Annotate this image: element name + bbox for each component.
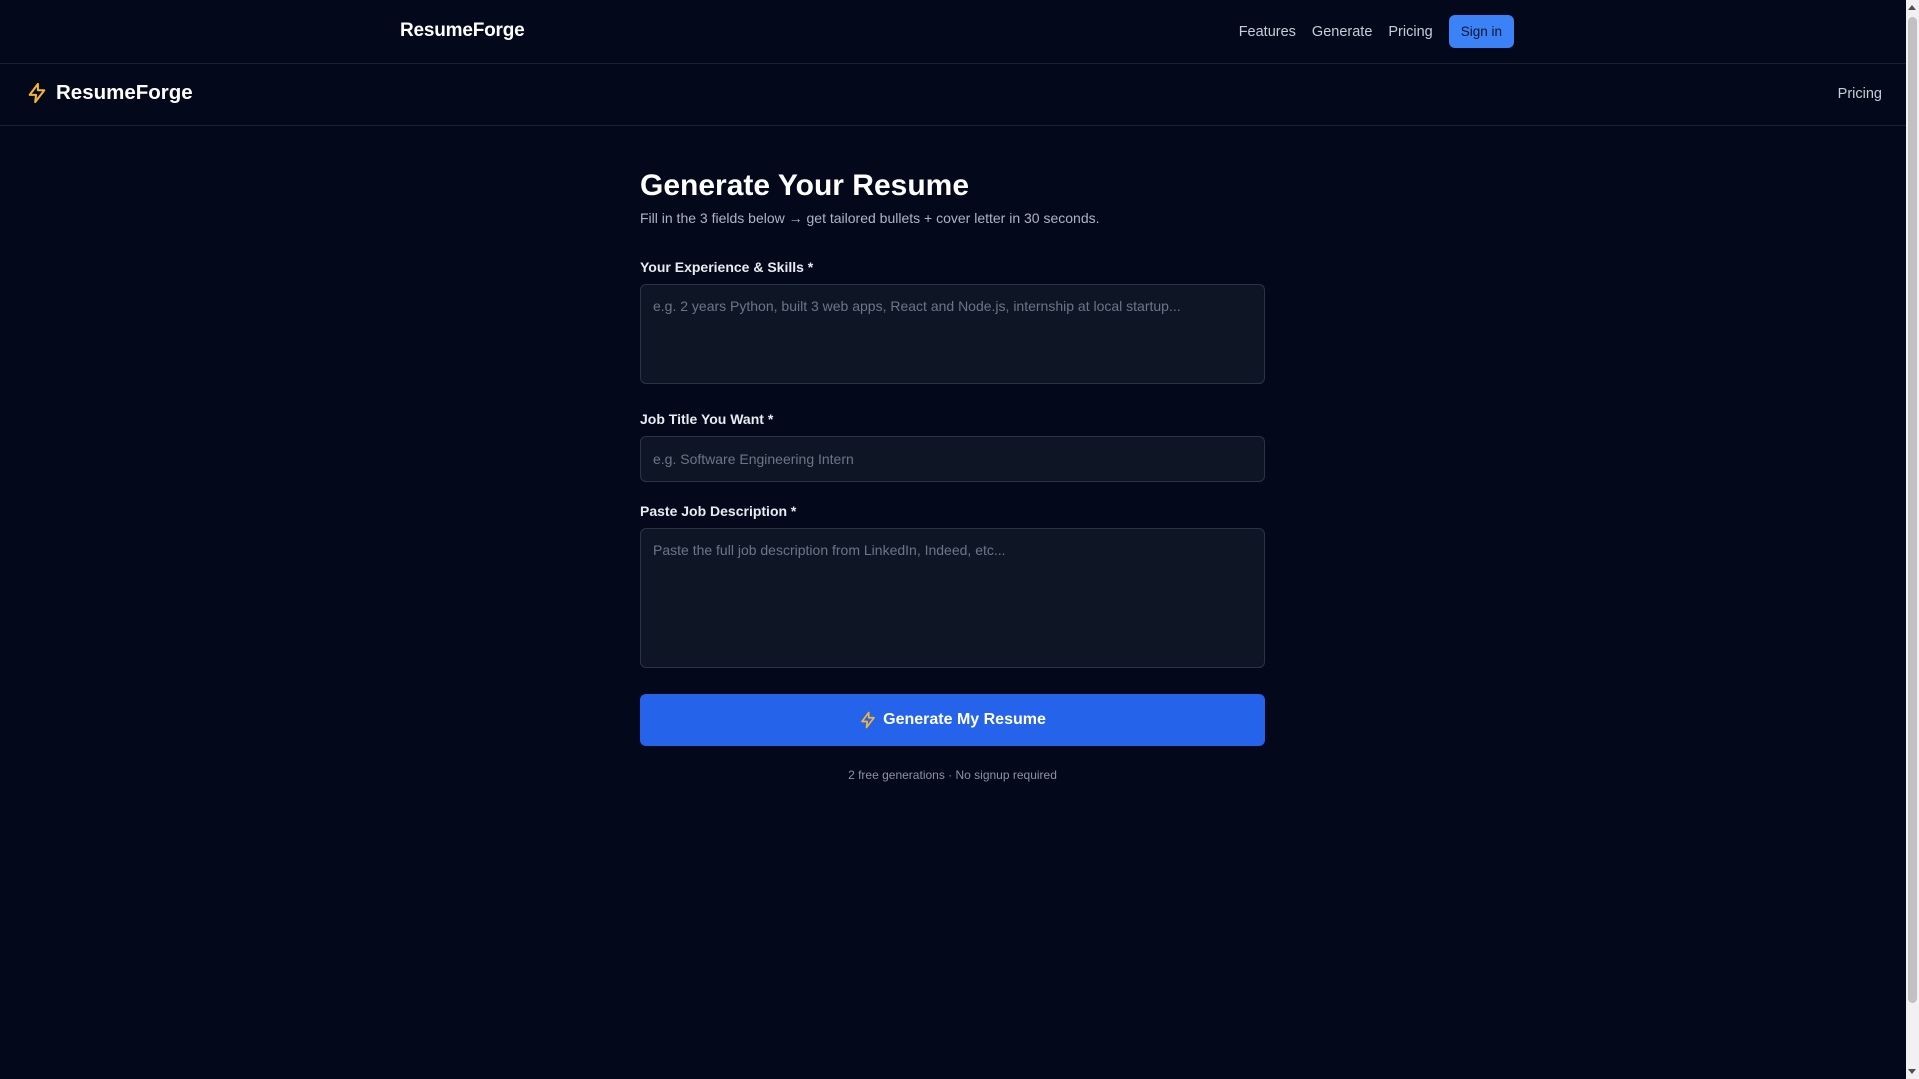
header-brand-name: ResumeForge	[56, 81, 193, 104]
job-description-textarea[interactable]	[640, 528, 1265, 668]
job-description-group: Paste Job Description *	[640, 503, 1265, 668]
bolt-icon	[861, 711, 875, 729]
experience-textarea[interactable]	[640, 284, 1265, 384]
generate-button-label: Generate My Resume	[883, 711, 1046, 728]
nav-link-generate[interactable]: Generate	[1312, 24, 1372, 40]
job-title-group: Job Title You Want *	[640, 411, 1265, 482]
bolt-icon	[28, 82, 46, 104]
top-nav-links: Features Generate Pricing Sign in	[1239, 15, 1514, 48]
page-title: Generate Your Resume	[640, 169, 970, 202]
page-subtitle: Fill in the 3 fields below → get tailore…	[640, 210, 1100, 226]
free-generations-note: 2 free generations · No signup required	[848, 768, 1057, 782]
experience-group: Your Experience & Skills *	[640, 259, 1265, 384]
scroll-up-arrow-icon[interactable]	[1908, 5, 1916, 10]
nav-link-pricing[interactable]: Pricing	[1388, 24, 1432, 40]
page: ResumeForge Features Generate Pricing Si…	[0, 0, 1906, 1079]
top-navbar: ResumeForge Features Generate Pricing Si…	[0, 0, 1906, 64]
generate-form: Generate Your Resume Fill in the 3 field…	[640, 126, 1265, 782]
sign-in-button[interactable]: Sign in	[1448, 15, 1514, 48]
vertical-scrollbar[interactable]	[1906, 0, 1919, 1079]
scroll-down-arrow-icon[interactable]	[1908, 1069, 1916, 1074]
scrollbar-thumb[interactable]	[1908, 17, 1917, 1003]
generate-resume-button[interactable]: Generate My Resume	[640, 694, 1265, 746]
job-title-input[interactable]	[640, 436, 1265, 482]
header-brand[interactable]: ResumeForge	[26, 81, 193, 105]
nav-link-features[interactable]: Features	[1239, 24, 1296, 40]
header-pricing-link[interactable]: Pricing	[1838, 86, 1882, 102]
top-brand-logo[interactable]: ResumeForge	[400, 20, 525, 42]
experience-label: Your Experience & Skills *	[640, 259, 814, 275]
job-title-label: Job Title You Want *	[640, 411, 774, 427]
secondary-header: ResumeForge Pricing	[0, 64, 1906, 126]
job-description-label: Paste Job Description *	[640, 503, 797, 519]
